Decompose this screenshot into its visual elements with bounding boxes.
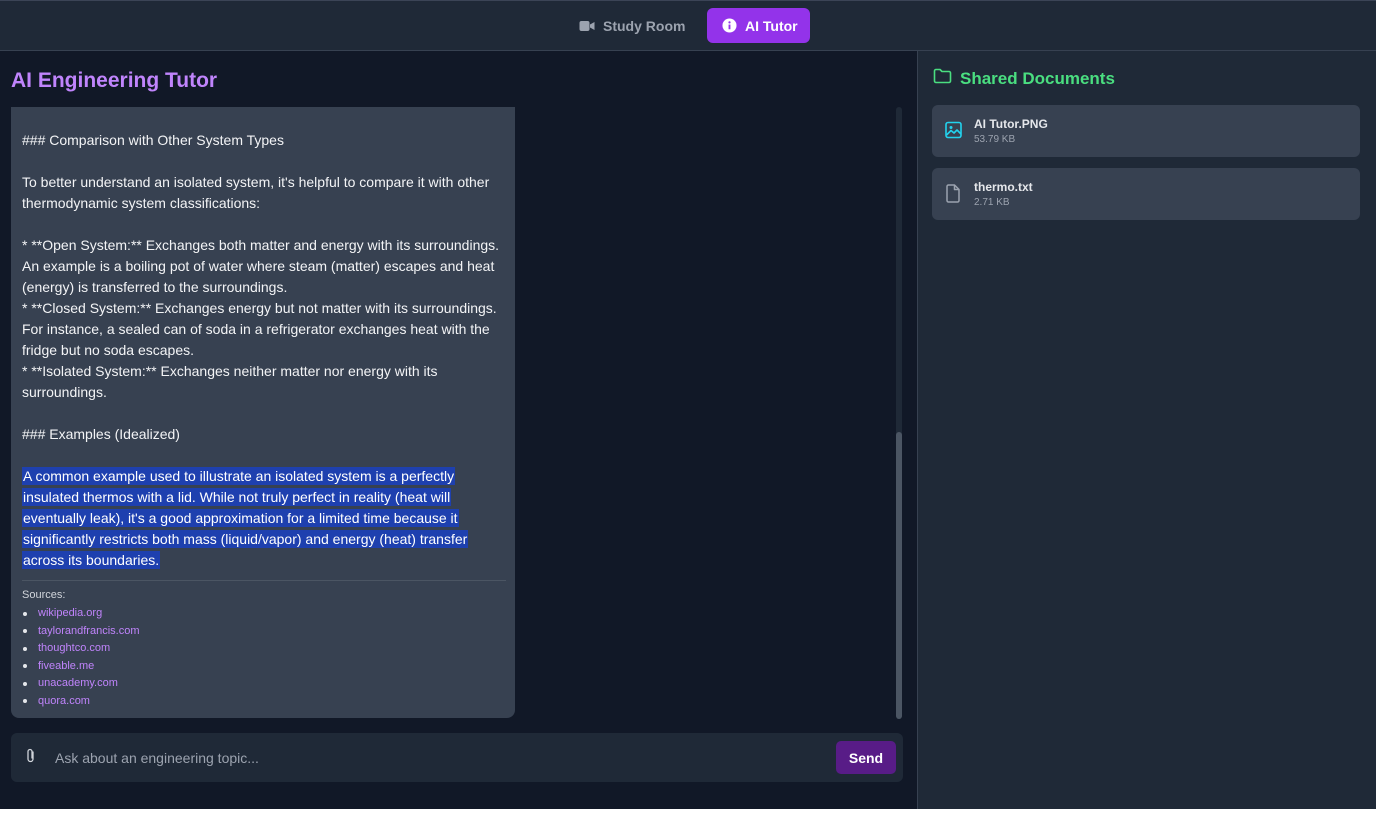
chat-input-bar: Send: [11, 733, 903, 782]
sources-divider: [22, 580, 506, 581]
folder-icon: [933, 68, 952, 89]
paperclip-icon[interactable]: [25, 748, 41, 766]
message-bullet-isolated-system: * **Isolated System:** Exchanges neither…: [22, 363, 442, 400]
source-link[interactable]: taylorandfrancis.com: [38, 623, 140, 641]
video-icon: [579, 20, 595, 32]
tab-ai-tutor[interactable]: AI Tutor: [707, 8, 810, 43]
list-item: taylorandfrancis.com: [22, 623, 140, 641]
document-item[interactable]: thermo.txt 2.71 KB: [932, 168, 1360, 220]
chat-scrollbar[interactable]: [896, 107, 902, 719]
page-title: AI Engineering Tutor: [11, 69, 218, 92]
info-icon: [722, 18, 737, 33]
selected-text: A common example used to illustrate an i…: [22, 467, 469, 569]
chat-messages[interactable]: ### Comparison with Other System Types T…: [11, 107, 891, 719]
tab-study-room[interactable]: Study Room: [567, 8, 693, 43]
tab-label: AI Tutor: [745, 17, 798, 34]
tab-label: Study Room: [603, 17, 686, 34]
document-size: 2.71 KB: [974, 197, 1010, 208]
document-item[interactable]: AI Tutor.PNG 53.79 KB: [932, 105, 1360, 157]
ai-message-bubble: ### Comparison with Other System Types T…: [11, 107, 515, 718]
tutor-panel: AI Engineering Tutor ### Comparison with…: [0, 51, 917, 809]
message-paragraph: To better understand an isolated system,…: [22, 174, 494, 211]
shared-documents-panel: Shared Documents AI Tutor.PNG 53.79 KB t…: [917, 51, 1376, 809]
document-size: 53.79 KB: [974, 134, 1016, 145]
source-link[interactable]: wikipedia.org: [38, 605, 102, 623]
list-item: thoughtco.com: [22, 640, 140, 658]
chat-input[interactable]: [55, 743, 825, 772]
shared-documents-heading: Shared Documents: [933, 68, 1115, 89]
chat-scrollbar-thumb[interactable]: [896, 432, 902, 719]
document-name: AI Tutor.PNG: [974, 117, 1048, 131]
document-name: thermo.txt: [974, 180, 1033, 194]
message-bullet-closed-system: * **Closed System:** Exchanges energy bu…: [22, 300, 501, 358]
source-link[interactable]: quora.com: [38, 693, 90, 711]
list-item: unacademy.com: [22, 675, 140, 693]
text-file-icon: [945, 184, 961, 208]
message-heading: ### Comparison with Other System Types: [22, 132, 284, 148]
sources-list: wikipedia.org taylorandfrancis.com thoug…: [22, 605, 140, 710]
send-button[interactable]: Send: [836, 741, 896, 774]
message-heading: ### Examples (Idealized): [22, 426, 180, 442]
sources-label: Sources:: [22, 589, 66, 601]
list-item: quora.com: [22, 693, 140, 711]
top-nav-bar: Study Room AI Tutor: [0, 1, 1376, 51]
list-item: wikipedia.org: [22, 605, 140, 623]
heading-label: Shared Documents: [960, 68, 1115, 88]
source-link[interactable]: unacademy.com: [38, 675, 118, 693]
list-item: fiveable.me: [22, 658, 140, 676]
source-link[interactable]: thoughtco.com: [38, 640, 110, 658]
message-paragraph-selected: A common example used to illustrate an i…: [22, 466, 482, 571]
source-link[interactable]: fiveable.me: [38, 658, 94, 676]
message-bullet-open-system: * **Open System:** Exchanges both matter…: [22, 237, 503, 295]
app-window: Study Room AI Tutor AI Engineering Tutor…: [0, 0, 1376, 809]
image-file-icon: [945, 121, 962, 144]
